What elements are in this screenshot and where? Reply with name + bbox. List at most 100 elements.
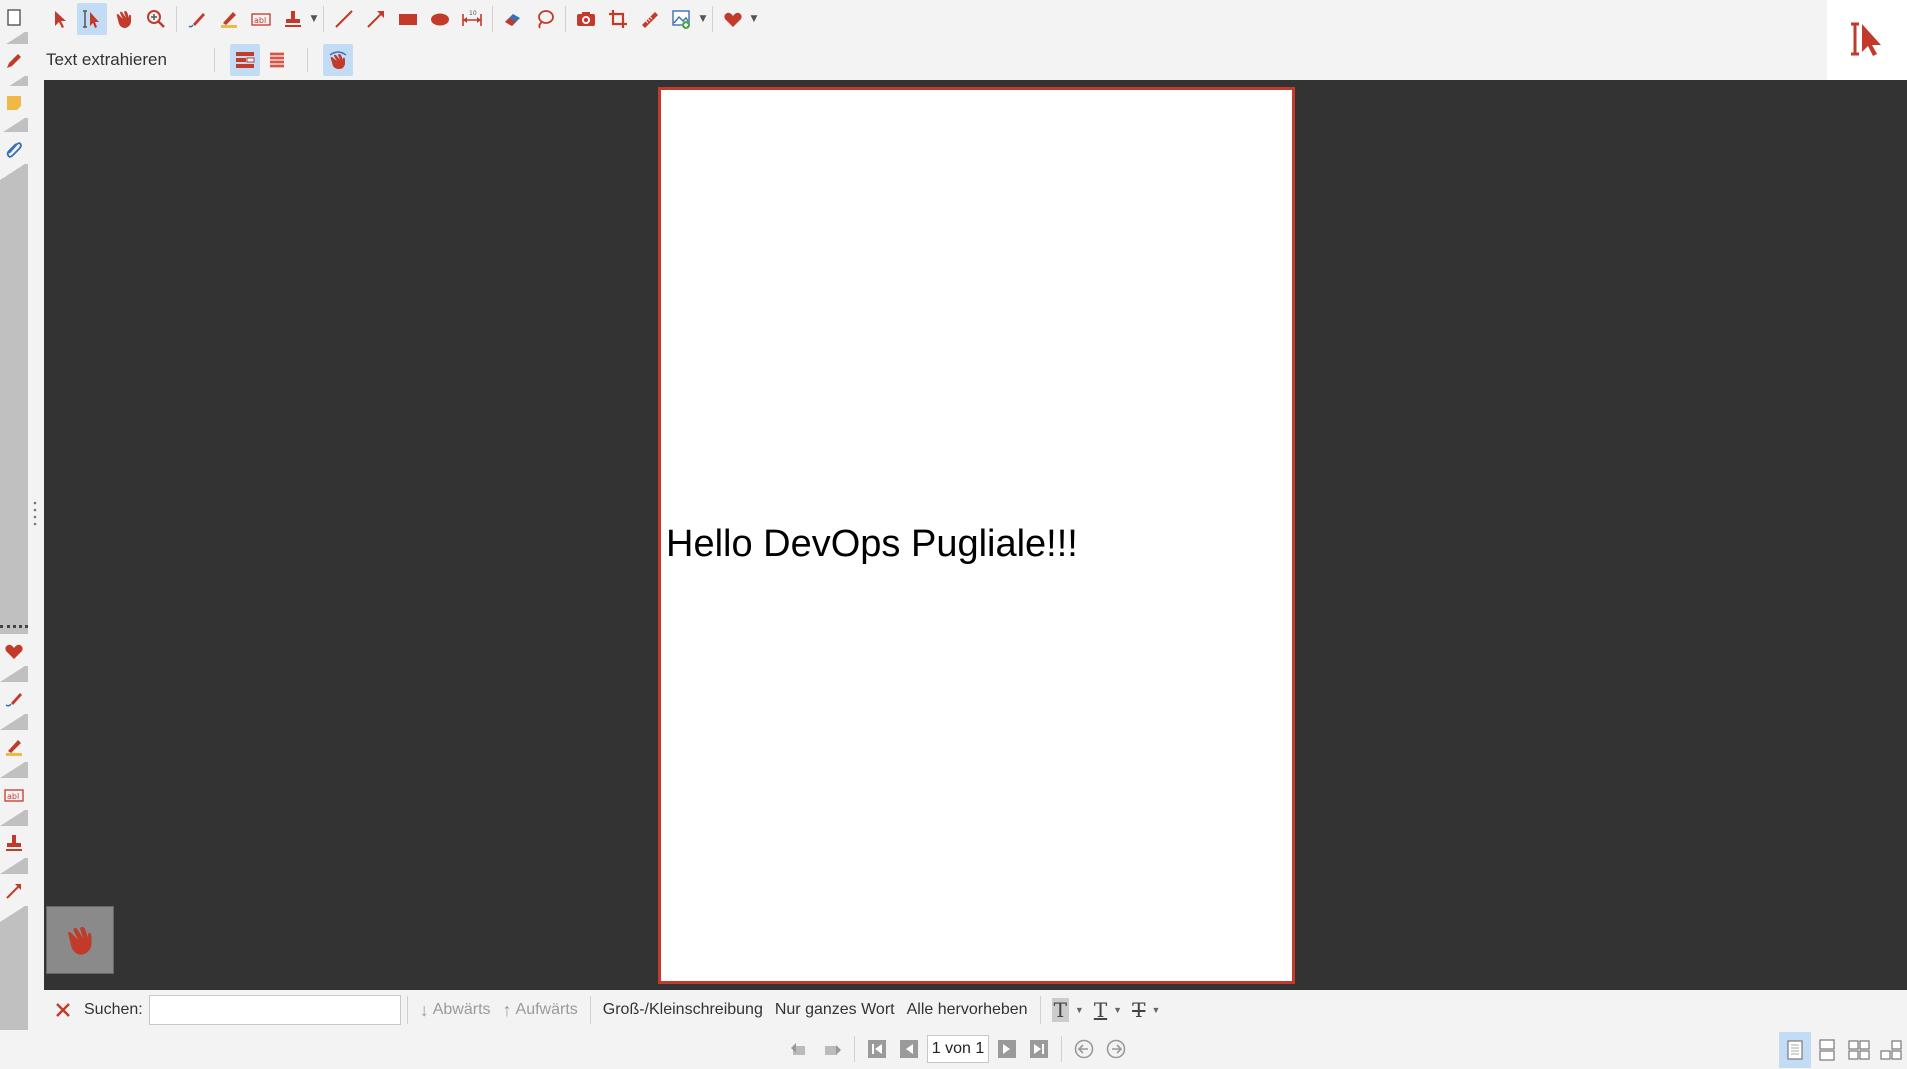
document-page[interactable]: Hello DevOps Pugliale!!! [658, 87, 1295, 984]
status-bar: 1 von 1 [0, 1030, 1907, 1069]
rectangle-tool-button[interactable] [393, 3, 423, 35]
lasso-tool-button[interactable] [530, 3, 560, 35]
hand-tool-button[interactable] [109, 3, 139, 35]
next-page-button[interactable] [993, 1035, 1021, 1063]
hand-cursor-toggle-button[interactable] [323, 44, 353, 76]
text-underline-format-button[interactable]: T ▼ [1094, 998, 1122, 1022]
text-strikeout-format-button[interactable]: T ▼ [1132, 998, 1160, 1022]
measure-icon: 10 [462, 10, 482, 26]
rectangle-icon [399, 14, 417, 25]
textbox-tool-button[interactable]: abl [246, 3, 276, 35]
zoom-in-icon [147, 10, 165, 28]
first-page-button[interactable] [863, 1035, 891, 1063]
favorite-heart-icon [724, 12, 742, 27]
previous-page-button[interactable] [895, 1035, 923, 1063]
svg-text:abl: abl [7, 792, 19, 801]
whole-word-toggle[interactable]: Nur ganzes Wort [775, 1001, 895, 1019]
search-label: Suchen: [84, 1001, 143, 1018]
arrow-icon [6, 884, 21, 899]
stamp-dropdown[interactable]: ▼ [309, 3, 319, 35]
measure-tool-button[interactable]: 10 [457, 3, 487, 35]
arrow-tool-button[interactable] [361, 3, 391, 35]
page-number-field[interactable]: 1 von 1 [927, 1035, 989, 1063]
sidebar-item-arrow[interactable] [0, 874, 28, 922]
text-flow-mode-button[interactable] [230, 44, 260, 76]
single-page-icon [1787, 1039, 1803, 1060]
text-column-mode-button[interactable] [262, 44, 292, 76]
last-page-button[interactable] [1025, 1035, 1053, 1063]
sidebar-item-annotations[interactable] [0, 44, 28, 92]
highlighter-tool-button[interactable] [214, 3, 244, 35]
floating-hand-tool-button[interactable] [46, 906, 114, 974]
sidebar-item-highlighter[interactable] [0, 730, 28, 778]
chevron-down-icon: ▼ [310, 14, 318, 24]
cover-facing-view-button[interactable] [1875, 1032, 1907, 1068]
svg-text:10: 10 [469, 10, 477, 17]
sidebar-item-favorites[interactable] [0, 634, 28, 682]
sidebar-item-stamp[interactable] [0, 826, 28, 874]
text-highlight-icon: T [1051, 998, 1069, 1022]
search-up-button[interactable]: ↑ Aufwärts [503, 1000, 578, 1021]
navigate-forward-button[interactable] [1102, 1035, 1130, 1063]
crop-tool-button[interactable] [603, 3, 633, 35]
facing-view-button[interactable] [1843, 1032, 1875, 1068]
search-input[interactable] [148, 995, 401, 1025]
single-page-view-button[interactable] [1779, 1031, 1811, 1068]
sidebar-item-attachments[interactable] [0, 132, 28, 180]
sidebar-divider[interactable] [0, 625, 28, 629]
circle-arrow-right-icon [1106, 1039, 1126, 1059]
select-tool-button[interactable] [45, 3, 75, 35]
insert-image-button[interactable] [667, 3, 697, 35]
highlight-all-toggle[interactable]: Alle hervorheben [907, 1001, 1028, 1019]
history-forward-button[interactable] [818, 1035, 846, 1063]
history-back-button[interactable] [786, 1035, 814, 1063]
crop-icon [609, 10, 627, 28]
heart-icon [5, 644, 23, 659]
line-tool-button[interactable] [329, 3, 359, 35]
ellipse-tool-button[interactable] [425, 3, 455, 35]
chevron-down-icon: ▼ [1113, 1005, 1123, 1015]
ellipse-icon [431, 13, 449, 26]
arrow-icon [367, 11, 384, 28]
textbox-icon: abl [4, 789, 24, 802]
sidebar-resize-grip[interactable] [33, 500, 37, 528]
text-underline-icon: T [1093, 998, 1108, 1022]
left-sidebar: abl [0, 0, 28, 1030]
favorites-dropdown[interactable]: ▼ [749, 3, 759, 35]
ruler-tool-button[interactable] [635, 3, 665, 35]
chevron-down-icon: ▼ [1074, 1005, 1084, 1015]
favorites-button[interactable] [718, 3, 748, 35]
text-select-tool-button[interactable] [77, 3, 107, 35]
navigate-back-button[interactable] [1070, 1035, 1098, 1063]
close-search-button[interactable] [50, 997, 76, 1023]
close-icon [56, 1003, 70, 1017]
eraser-tool-button[interactable] [498, 3, 528, 35]
match-case-toggle[interactable]: Groß-/Kleinschreibung [603, 1001, 763, 1019]
textbox-icon: abl [251, 13, 271, 26]
text-highlight-format-button[interactable]: T ▼ [1051, 998, 1084, 1022]
insert-image-dropdown[interactable]: ▼ [698, 3, 708, 35]
page-text[interactable]: Hello DevOps Pugliale!!! [666, 523, 1078, 566]
hand-cursor-icon [329, 51, 347, 69]
search-down-button[interactable]: ↓ Abwärts [420, 1000, 491, 1021]
sidebar-item-pen[interactable] [0, 682, 28, 730]
last-page-icon [1030, 1040, 1048, 1058]
sidebar-item-notes[interactable] [0, 86, 28, 134]
zoom-tool-button[interactable] [141, 3, 171, 35]
first-page-icon [868, 1040, 886, 1058]
pdf-viewer-window: abl abl ▼ 10 ▼ ▼ Text extrahieren Hello … [0, 0, 1907, 1069]
arrow-down-icon: ↓ [419, 999, 429, 1020]
pen-tool-button[interactable] [182, 3, 212, 35]
history-back-icon [791, 1043, 805, 1055]
svg-text:abl: abl [254, 16, 266, 25]
facing-pages-icon [1848, 1039, 1870, 1060]
stamp-tool-button[interactable] [278, 3, 308, 35]
document-canvas[interactable]: Hello DevOps Pugliale!!! [44, 80, 1907, 990]
stamp-icon [285, 11, 301, 27]
text-select-icon [83, 10, 99, 28]
snapshot-tool-button[interactable] [571, 3, 601, 35]
hand-icon [68, 926, 92, 955]
sidebar-item-pages[interactable] [0, 0, 28, 48]
sidebar-item-textbox[interactable]: abl [0, 778, 28, 826]
continuous-view-button[interactable] [1811, 1032, 1843, 1068]
